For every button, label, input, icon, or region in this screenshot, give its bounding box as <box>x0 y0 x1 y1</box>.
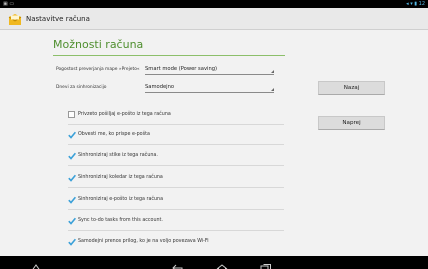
status-bar: ▣ ▭ ◂ ▾ ▮ 12 <box>0 0 428 8</box>
checkmark-icon <box>68 131 76 139</box>
divider <box>68 209 284 210</box>
spinner-arrow-icon <box>271 70 274 73</box>
checkmark-icon <box>68 196 76 204</box>
divider <box>68 187 284 188</box>
home-icon[interactable] <box>216 258 228 269</box>
next-button[interactable]: Naprej <box>318 116 385 130</box>
notification-icons: ▣ ▭ <box>3 1 15 7</box>
check-frequency-value: Smart mode (Power saving) <box>145 66 218 72</box>
option-label: Sinhroniziraj stike iz tega računa. <box>78 153 158 158</box>
sync-days-value: Samodejno <box>145 84 175 90</box>
checkbox-unchecked[interactable] <box>68 111 75 118</box>
option-label: Sync to-do tasks from this account. <box>78 218 163 223</box>
navigation-bar <box>0 256 428 269</box>
option-label: Privzeto pošiljaj e-pošto iz tega računa <box>78 112 171 117</box>
asus-home-icon[interactable] <box>30 258 42 269</box>
recent-apps-icon[interactable] <box>260 258 272 269</box>
checkmark-icon <box>68 174 76 182</box>
sync-days-spinner[interactable]: Samodejno <box>145 83 274 93</box>
title-divider <box>53 55 285 56</box>
checkbox-checked[interactable] <box>68 238 76 246</box>
system-status-icons: ◂ ▾ ▮ 12 <box>406 1 425 7</box>
checkmark-icon <box>68 152 76 160</box>
check-frequency-label: Pogostost preverjanja mape »Prejeto« <box>56 67 140 72</box>
action-bar-title: Nastavitve računa <box>26 15 90 23</box>
back-button[interactable]: Nazaj <box>318 81 385 95</box>
checkmark-icon <box>68 238 76 246</box>
checkbox-checked[interactable] <box>68 196 76 204</box>
checkbox-checked[interactable] <box>68 217 76 225</box>
check-frequency-spinner[interactable]: Smart mode (Power saving) <box>145 65 274 75</box>
option-label: Obvesti me, ko prispe e-pošta <box>78 132 150 137</box>
checkbox-checked[interactable] <box>68 131 76 139</box>
checkmark-icon <box>68 217 76 225</box>
sync-days-label: Dnevi za sinhronizacijo <box>56 85 107 90</box>
option-label: Samodejni prenos prilog, ko je na voljo … <box>78 239 209 244</box>
back-icon[interactable] <box>172 258 184 269</box>
option-label: Sinhroniziraj e-pošto iz tega računa <box>78 197 164 202</box>
divider <box>68 124 284 125</box>
divider <box>68 144 284 145</box>
action-bar: Nastavitve računa <box>0 8 428 30</box>
spinner-arrow-icon <box>271 88 274 91</box>
email-envelope-icon[interactable] <box>8 12 22 26</box>
checkbox-checked[interactable] <box>68 174 76 182</box>
divider <box>68 165 284 166</box>
checkbox-checked[interactable] <box>68 152 76 160</box>
divider <box>68 230 284 231</box>
option-label: Sinhroniziraj koledar iz tega računa <box>78 175 163 180</box>
page-title: Možnosti računa <box>53 38 144 51</box>
